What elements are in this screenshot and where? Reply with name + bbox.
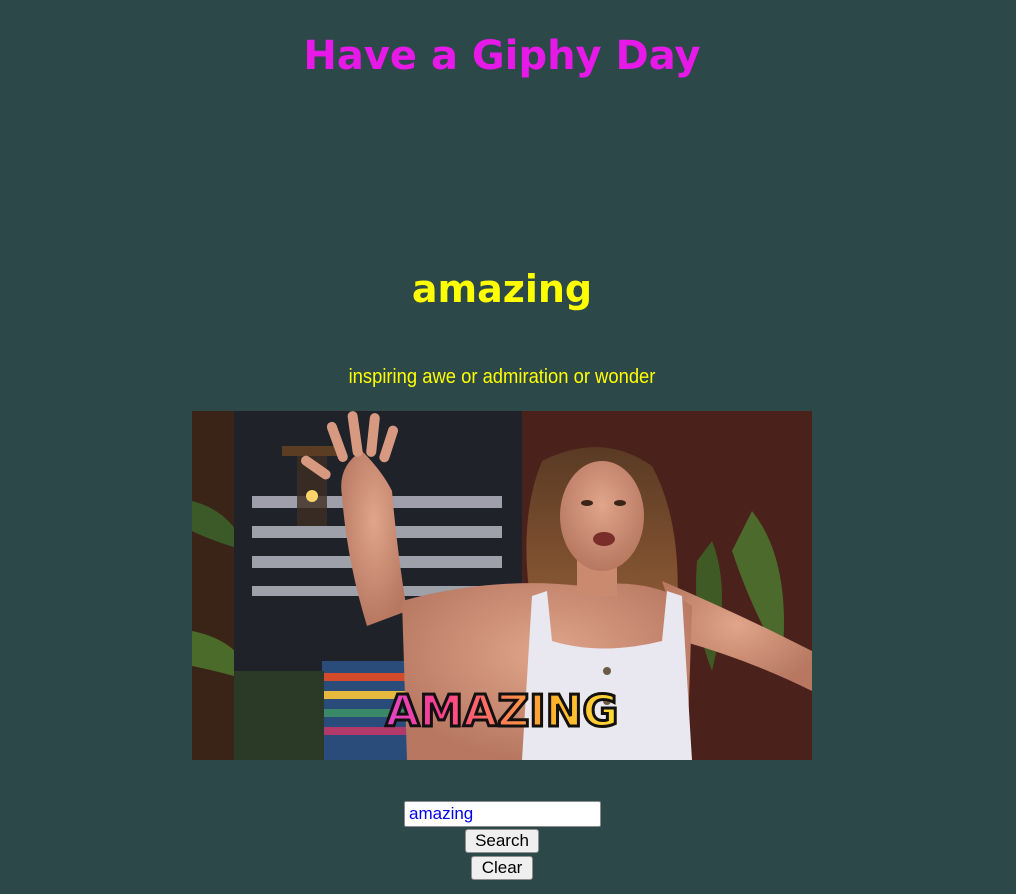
giphy-gif: AMAZING xyxy=(192,411,812,760)
search-button[interactable]: Search xyxy=(465,829,539,853)
app-title: Have a Giphy Day xyxy=(303,33,701,79)
word-heading: amazing xyxy=(411,267,593,311)
clear-button[interactable]: Clear xyxy=(471,856,533,880)
gif-caption: AMAZING xyxy=(192,685,812,739)
word-definition: inspiring awe or admiration or wonder xyxy=(348,366,656,388)
search-input[interactable] xyxy=(404,801,601,827)
